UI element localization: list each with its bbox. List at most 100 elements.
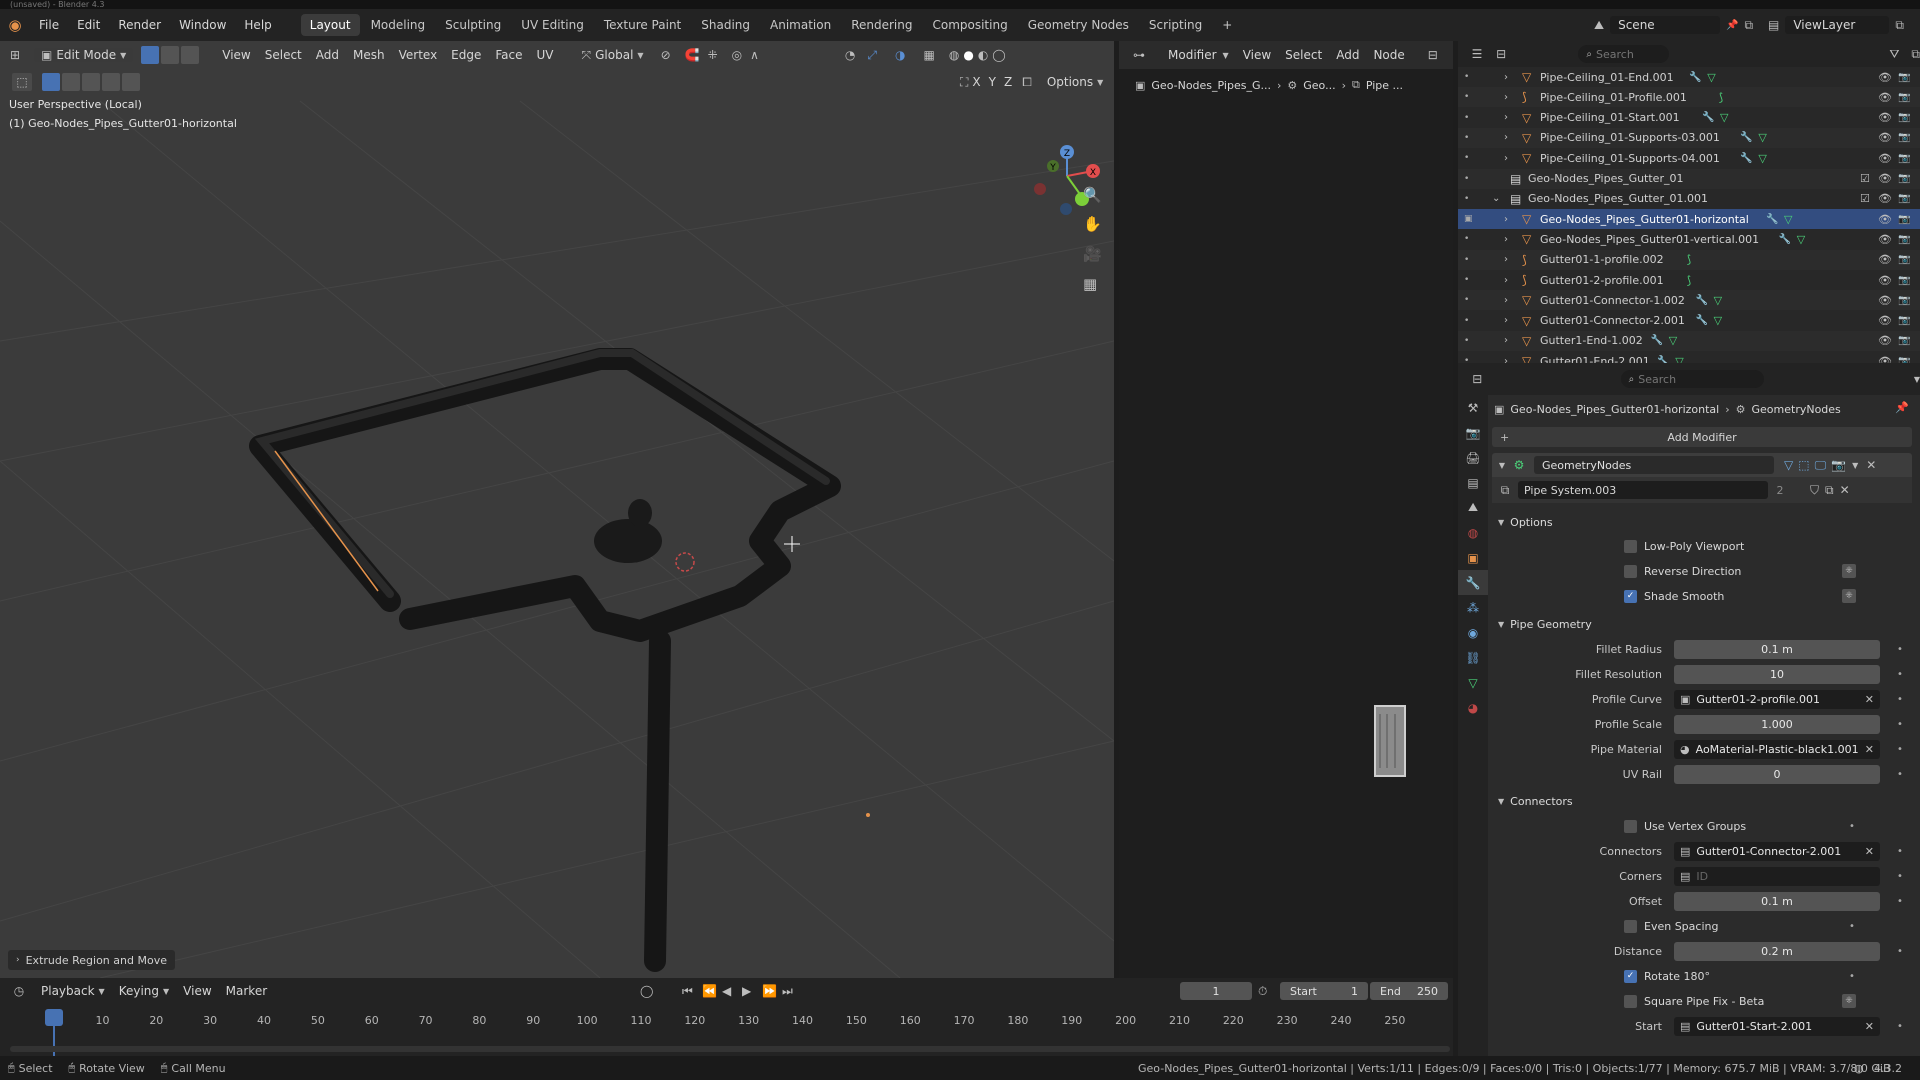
keyframe-dot-icon[interactable]: •: [1842, 971, 1862, 982]
outliner-search[interactable]: ⌕: [1578, 45, 1670, 63]
modifier-wrench-icon[interactable]: 🔧: [1689, 72, 1701, 83]
chevron-right-icon[interactable]: ›: [1504, 315, 1508, 326]
menu-edge[interactable]: Edge: [444, 48, 488, 62]
use-vertex-groups-checkbox[interactable]: [1624, 819, 1637, 833]
intersect-selection-button[interactable]: [122, 73, 140, 91]
attribute-toggle-icon[interactable]: ⁜: [1842, 589, 1856, 603]
reverse-direction-option[interactable]: Reverse Direction ⁜: [1494, 560, 1914, 582]
last-operator-panel[interactable]: › Extrude Region and Move: [8, 950, 175, 970]
data-tab-icon[interactable]: ▽: [1458, 670, 1488, 695]
eye-icon[interactable]: 👁: [1878, 71, 1892, 84]
solid-shading-icon[interactable]: ●: [963, 48, 973, 62]
node-group-name[interactable]: Pipe System.003: [1518, 481, 1768, 499]
attribute-toggle-icon[interactable]: ⁜: [1842, 564, 1856, 578]
tab-modeling[interactable]: Modeling: [362, 14, 435, 36]
output-tab-icon[interactable]: 🖨: [1458, 445, 1488, 470]
keyframe-dot-icon[interactable]: •: [1890, 1021, 1910, 1032]
tab-geometry-nodes[interactable]: Geometry Nodes: [1019, 14, 1138, 36]
outliner-row[interactable]: • › ⟆ Gutter01-2-profile.001 ⟆ 👁 📷: [1458, 270, 1920, 290]
square-pipe-fix-checkbox[interactable]: [1624, 994, 1637, 1008]
menu-add[interactable]: Add: [309, 48, 346, 62]
edit-mode-dot-icon[interactable]: •: [1464, 113, 1469, 123]
editor-type-icon[interactable]: ⊞: [0, 48, 30, 62]
camera-icon[interactable]: 📷: [1898, 275, 1910, 286]
chevron-right-icon[interactable]: ›: [1504, 295, 1508, 306]
outliner-row[interactable]: • › ⟆ Gutter01-1-profile.002 ⟆ 👁 📷: [1458, 249, 1920, 270]
filter-icon[interactable]: ⛛: [1889, 47, 1899, 62]
camera-icon[interactable]: 📷: [1898, 335, 1910, 346]
chevron-down-icon[interactable]: ▼: [1852, 461, 1858, 470]
modifier-wrench-icon[interactable]: 🔧: [1657, 356, 1669, 363]
chevron-right-icon[interactable]: ›: [1504, 335, 1508, 346]
pin-icon[interactable]: 📌: [1726, 20, 1738, 31]
keyframe-dot-icon[interactable]: •: [1890, 719, 1910, 730]
tab-rendering[interactable]: Rendering: [842, 14, 921, 36]
gizmo-toggle-icon[interactable]: ⤢: [867, 48, 877, 63]
chevron-right-icon[interactable]: ›: [1504, 254, 1508, 265]
zoom-icon[interactable]: 🔍: [1083, 186, 1102, 204]
material-shading-icon[interactable]: ◐: [978, 48, 988, 62]
menu-view[interactable]: View: [215, 48, 257, 62]
distance-field[interactable]: 0.2 m: [1674, 941, 1880, 961]
mesh-data-icon[interactable]: ▽: [1758, 131, 1766, 144]
transform-orientation-selector[interactable]: ⤧ Global ▼: [575, 48, 651, 63]
outliner-row[interactable]: • › ▽ Gutter1-End-1.002 🔧 ▽ 👁 📷: [1458, 330, 1920, 351]
pipe-geometry-section-header[interactable]: ▼ Pipe Geometry: [1498, 613, 1914, 635]
snap-icon[interactable]: 🧲: [685, 48, 700, 62]
object-tab-icon[interactable]: ▣: [1458, 545, 1488, 570]
new-collection-icon[interactable]: ⧉: [1911, 47, 1920, 62]
axis-x-toggle[interactable]: X: [968, 75, 984, 89]
edit-mode-dot-icon[interactable]: •: [1464, 153, 1469, 163]
mirror-icon[interactable]: ⧠: [1022, 75, 1032, 90]
mesh-data-icon[interactable]: ▽: [1758, 152, 1766, 165]
xray-icon[interactable]: ▦: [924, 48, 935, 62]
modifier-wrench-icon[interactable]: 🔧: [1779, 234, 1791, 245]
camera-icon[interactable]: 📷: [1898, 315, 1910, 326]
axis-y-toggle[interactable]: Y: [985, 75, 1000, 89]
keyframe-dot-icon[interactable]: •: [1890, 871, 1910, 882]
chevron-down-icon[interactable]: ▼: [1494, 461, 1510, 470]
keyframe-dot-icon[interactable]: •: [1890, 669, 1910, 680]
select-tool-icon[interactable]: ⬚: [12, 73, 32, 91]
node-options-icon[interactable]: ⊟: [1428, 48, 1438, 62]
timeline-scrollbar[interactable]: [10, 1046, 1450, 1052]
outliner-row[interactable]: • › ▽ Pipe-Ceiling_01-Supports-03.001 🔧 ▽ 👁 📷: [1458, 127, 1920, 148]
fillet-radius-field[interactable]: 0.1 m: [1674, 639, 1880, 659]
modifier-wrench-icon[interactable]: 🔧: [1740, 153, 1752, 164]
eye-icon[interactable]: 👁: [1878, 253, 1892, 266]
modifier-wrench-icon[interactable]: 🔧: [1702, 112, 1714, 123]
keyframe-dot-icon[interactable]: •: [1890, 846, 1910, 857]
set-selection-button[interactable]: [42, 73, 60, 91]
eye-icon[interactable]: 👁: [1878, 233, 1892, 246]
eye-icon[interactable]: 👁: [1878, 91, 1892, 104]
connectors-section-header[interactable]: ▼ Connectors: [1498, 790, 1914, 812]
use-vertex-groups-option[interactable]: Use Vertex Groups •: [1494, 815, 1914, 837]
clear-icon[interactable]: ✕: [1865, 743, 1874, 756]
scene-selector[interactable]: ⛰ Scene 📌 ⧉: [1594, 15, 1753, 35]
chevron-right-icon[interactable]: ›: [1504, 153, 1508, 164]
chevron-right-icon[interactable]: ›: [1504, 132, 1508, 143]
edge-select-button[interactable]: [161, 46, 180, 64]
duplicate-icon[interactable]: ⧉: [1825, 483, 1834, 498]
keyframe-dot-icon[interactable]: •: [1890, 896, 1910, 907]
camera-icon[interactable]: 📷: [1898, 132, 1910, 143]
eye-icon[interactable]: 👁: [1878, 294, 1892, 307]
eye-icon[interactable]: 👁: [1878, 213, 1892, 226]
corners-field[interactable]: ▤ ID: [1674, 866, 1880, 886]
snap-target-icon[interactable]: ⁜: [708, 48, 718, 62]
remove-modifier-icon[interactable]: ✕: [1866, 458, 1876, 472]
blender-logo-icon[interactable]: ◉: [0, 16, 30, 34]
viewport-toggle-icon[interactable]: 🖵: [1815, 458, 1827, 473]
scene-tab-icon[interactable]: ⛰: [1458, 495, 1488, 520]
3d-viewport[interactable]: Z X Y ⊞ ▣ Edit Mode ▼ View Select Add Me…: [0, 41, 1114, 978]
render-tab-icon[interactable]: 📷: [1458, 420, 1488, 445]
node-group-users[interactable]: 2: [1768, 484, 1792, 497]
edit-mode-dot-icon[interactable]: •: [1464, 356, 1469, 363]
clear-icon[interactable]: ✕: [1865, 1020, 1874, 1033]
subtract-selection-button[interactable]: [82, 73, 100, 91]
camera-icon[interactable]: 📷: [1898, 153, 1910, 164]
display-mode-icon[interactable]: ⊟: [1490, 47, 1512, 61]
properties-search-input[interactable]: [1638, 372, 1759, 386]
square-pipe-fix-option[interactable]: Square Pipe Fix - Beta ⁜: [1494, 990, 1914, 1012]
edit-mode-dot-icon[interactable]: •: [1464, 255, 1469, 265]
